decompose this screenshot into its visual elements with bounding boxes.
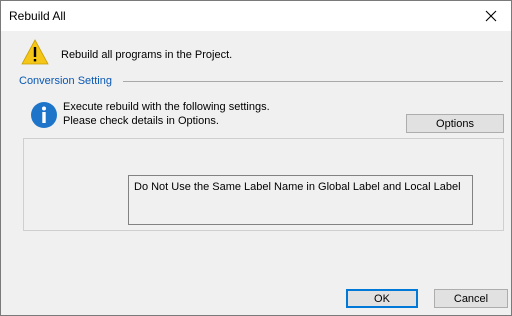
rebuild-message: Rebuild all programs in the Project. <box>61 49 233 61</box>
settings-item: Do Not Use the Same Label Name in Global… <box>134 181 461 193</box>
options-button[interactable]: Options <box>406 114 504 133</box>
info-text-line-2: Please check details in Options. <box>63 115 219 127</box>
title-bar[interactable]: Rebuild All <box>1 1 511 31</box>
conversion-setting-label: Conversion Setting <box>19 75 112 87</box>
close-button[interactable] <box>471 1 511 31</box>
settings-list[interactable]: Do Not Use the Same Label Name in Global… <box>128 175 473 225</box>
ok-button[interactable]: OK <box>346 289 418 308</box>
info-text-line-1: Execute rebuild with the following setti… <box>63 101 270 113</box>
window-title: Rebuild All <box>9 9 66 23</box>
warning-icon <box>21 39 49 65</box>
group-divider <box>123 81 503 82</box>
cancel-button[interactable]: Cancel <box>434 289 508 308</box>
close-icon <box>485 10 497 22</box>
info-icon <box>31 102 57 128</box>
rebuild-all-dialog: Rebuild All Rebuild all programs in the … <box>0 0 512 316</box>
